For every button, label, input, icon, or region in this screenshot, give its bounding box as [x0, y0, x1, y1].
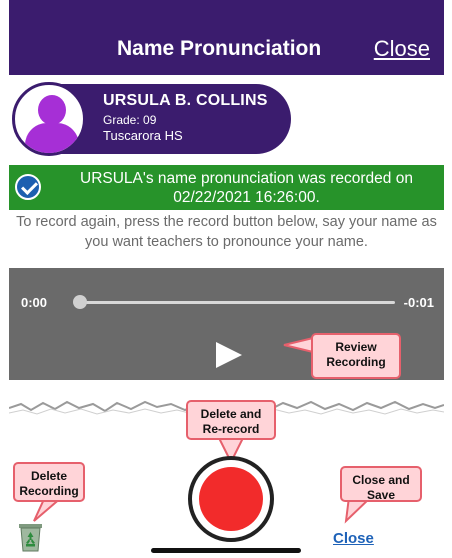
record-instructions: To record again, press the record button…: [16, 214, 437, 250]
progress-track[interactable]: [75, 301, 395, 304]
home-indicator: [151, 548, 301, 553]
callout-delete-rerecord: Delete and Re-record: [186, 400, 276, 440]
student-name: URSULA B. COLLINS: [103, 92, 268, 109]
callout-review-recording: Review Recording: [311, 333, 401, 379]
close-link-bottom[interactable]: Close: [333, 530, 374, 547]
callout-close-save: Close and Save: [340, 466, 422, 502]
page-title: Name Pronunciation: [117, 37, 322, 60]
remaining-time: -0:01: [403, 295, 434, 310]
current-time: 0:00: [21, 295, 48, 310]
person-icon-body: [25, 123, 79, 153]
student-school: Tuscarora HS: [103, 128, 183, 143]
avatar: [12, 82, 86, 156]
record-button[interactable]: [188, 456, 274, 542]
checkmark-icon: [15, 174, 41, 200]
recycle-bin-icon[interactable]: [18, 522, 43, 552]
recorded-message: URSULA's name pronunciation was recorded…: [80, 170, 413, 206]
header-bar: Name Pronunciation Close: [9, 0, 444, 75]
person-icon-head: [38, 95, 66, 125]
play-icon[interactable]: [216, 342, 242, 368]
student-grade: Grade: 09: [103, 113, 157, 127]
name-pronunciation-screen: Name Pronunciation Close URSULA B. COLLI…: [9, 0, 444, 558]
callout-delete-recording: Delete Recording: [13, 462, 85, 502]
recorded-status-banner: URSULA's name pronunciation was recorded…: [9, 165, 444, 210]
progress-knob[interactable]: [73, 295, 87, 309]
record-dot-icon: [199, 467, 263, 531]
student-card-row: URSULA B. COLLINS Grade: 09 Tuscarora HS: [9, 75, 444, 163]
student-card: URSULA B. COLLINS Grade: 09 Tuscarora HS: [12, 82, 291, 156]
close-link-top[interactable]: Close: [374, 36, 430, 62]
